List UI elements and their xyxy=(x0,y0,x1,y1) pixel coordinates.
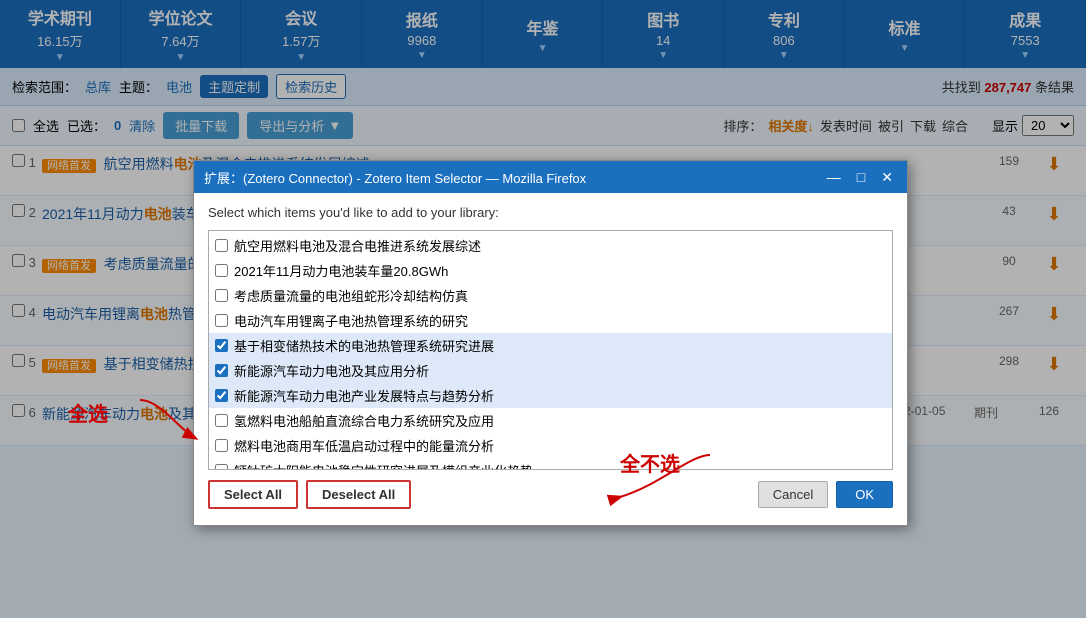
modal-controls: — □ ✕ xyxy=(823,169,897,186)
ok-btn[interactable]: OK xyxy=(836,481,893,508)
modal-item-1[interactable]: 航空用燃料电池及混合电推进系统发展综述 xyxy=(209,233,892,258)
modal-item-3[interactable]: 考虑质量流量的电池组蛇形冷却结构仿真 xyxy=(209,283,892,308)
item-list-container: 航空用燃料电池及混合电推进系统发展综述 2021年11月动力电池装车量20.8GW… xyxy=(208,230,893,470)
modal-titlebar: 扩展：(Zotero Connector) - Zotero Item Sele… xyxy=(194,161,907,193)
modal-item-checkbox-2[interactable] xyxy=(215,264,228,277)
modal-item-label-4: 电动汽车用锂离子电池热管理系统的研究 xyxy=(234,311,468,330)
modal-item-checkbox-1[interactable] xyxy=(215,239,228,252)
modal-instruction: Select which items you'd like to add to … xyxy=(208,205,893,220)
modal-item-4[interactable]: 电动汽车用锂离子电池热管理系统的研究 xyxy=(209,308,892,333)
modal-item-checkbox-6[interactable] xyxy=(215,364,228,377)
modal-item-7[interactable]: 新能源汽车动力电池产业发展特点与趋势分析 xyxy=(209,383,892,408)
modal-item-checkbox-3[interactable] xyxy=(215,289,228,302)
modal-item-checkbox-10[interactable] xyxy=(215,464,228,469)
modal-item-checkbox-4[interactable] xyxy=(215,314,228,327)
modal-item-checkbox-5[interactable] xyxy=(215,339,228,352)
modal-item-2[interactable]: 2021年11月动力电池装车量20.8GWh xyxy=(209,258,892,283)
modal-footer: Select All Deselect All Cancel OK xyxy=(208,470,893,513)
cancel-btn[interactable]: Cancel xyxy=(758,481,828,508)
modal-item-label-10: 钙钛矿太阳能电池稳定性研究进展及模组产业化趋势 xyxy=(234,461,533,469)
zotero-modal: 扩展：(Zotero Connector) - Zotero Item Sele… xyxy=(193,160,908,526)
modal-item-5[interactable]: 基于相变储热技术的电池热管理系统研究进展 xyxy=(209,333,892,358)
modal-close-btn[interactable]: ✕ xyxy=(877,169,897,186)
modal-minimize-btn[interactable]: — xyxy=(823,169,845,186)
modal-item-label-3: 考虑质量流量的电池组蛇形冷却结构仿真 xyxy=(234,286,468,305)
modal-item-9[interactable]: 燃料电池商用车低温启动过程中的能量流分析 xyxy=(209,433,892,458)
deselect-all-btn[interactable]: Deselect All xyxy=(306,480,411,509)
modal-item-label-6: 新能源汽车动力电池及其应用分析 xyxy=(234,361,429,380)
modal-item-10[interactable]: 钙钛矿太阳能电池稳定性研究进展及模组产业化趋势 xyxy=(209,458,892,469)
modal-item-label-1: 航空用燃料电池及混合电推进系统发展综述 xyxy=(234,236,481,255)
modal-item-checkbox-8[interactable] xyxy=(215,414,228,427)
modal-item-label-5: 基于相变储热技术的电池热管理系统研究进展 xyxy=(234,336,494,355)
modal-title-text: 扩展：(Zotero Connector) - Zotero Item Sele… xyxy=(204,168,586,187)
modal-item-checkbox-7[interactable] xyxy=(215,389,228,402)
modal-item-label-9: 燃料电池商用车低温启动过程中的能量流分析 xyxy=(234,436,494,455)
modal-item-label-8: 氢燃料电池船舶直流综合电力系统研究及应用 xyxy=(234,411,494,430)
item-list[interactable]: 航空用燃料电池及混合电推进系统发展综述 2021年11月动力电池装车量20.8GW… xyxy=(209,231,892,469)
modal-item-checkbox-9[interactable] xyxy=(215,439,228,452)
modal-item-label-2: 2021年11月动力电池装车量20.8GWh xyxy=(234,261,448,280)
modal-item-8[interactable]: 氢燃料电池船舶直流综合电力系统研究及应用 xyxy=(209,408,892,433)
modal-body: Select which items you'd like to add to … xyxy=(194,193,907,525)
modal-footer-right: Cancel OK xyxy=(758,481,893,508)
modal-footer-left: Select All Deselect All xyxy=(208,480,411,509)
select-all-btn[interactable]: Select All xyxy=(208,480,298,509)
modal-restore-btn[interactable]: □ xyxy=(853,169,869,186)
modal-item-label-7: 新能源汽车动力电池产业发展特点与趋势分析 xyxy=(234,386,494,405)
modal-item-6[interactable]: 新能源汽车动力电池及其应用分析 xyxy=(209,358,892,383)
